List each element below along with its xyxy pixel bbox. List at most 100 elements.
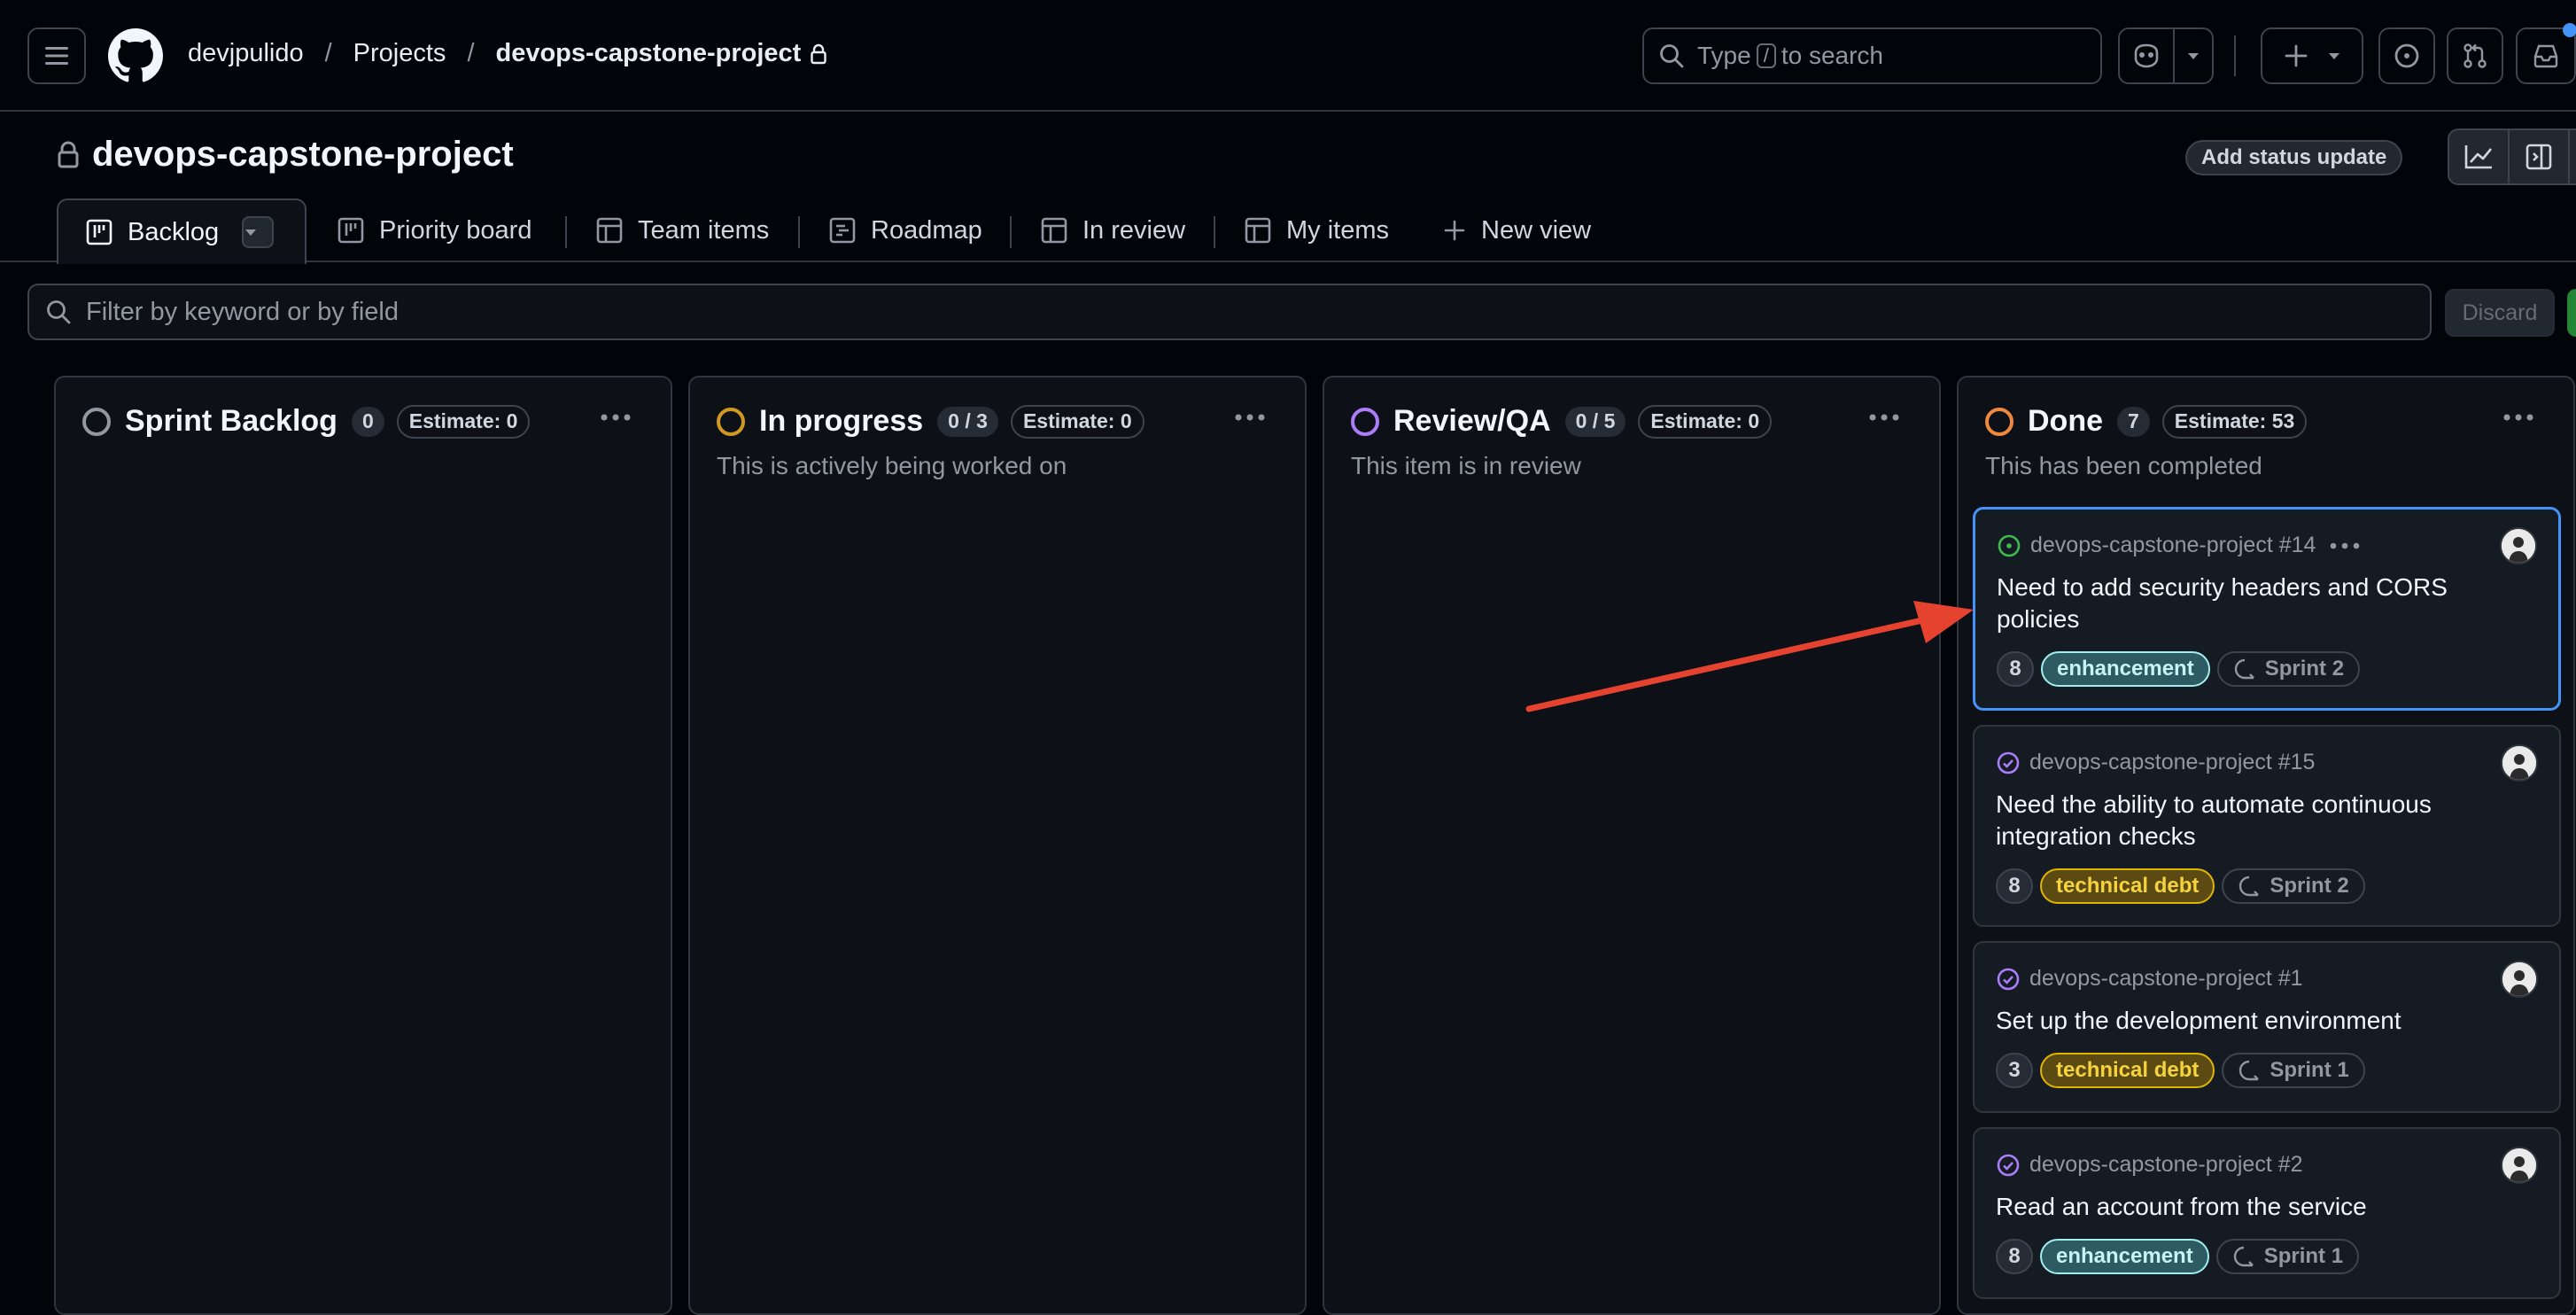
estimate-badge: 3 (1996, 1053, 2033, 1088)
copilot-button-group (2118, 27, 2214, 84)
issue-card[interactable]: devops-capstone-project #1 Set up the de… (1973, 941, 2561, 1113)
column-count: 0 / 3 (937, 406, 998, 437)
kebab-horizontal-icon[interactable] (2330, 542, 2360, 549)
label-badge[interactable]: enhancement (2040, 1239, 2209, 1274)
graph-icon (2464, 145, 2493, 169)
tab-label: New view (1481, 215, 1592, 245)
estimate-badge: 8 (1997, 651, 2034, 687)
label-badge[interactable]: technical debt (2040, 1053, 2215, 1088)
tab-divider (798, 216, 800, 248)
card-title[interactable]: Need the ability to automate continuous … (1996, 789, 2527, 852)
breadcrumb-user-link[interactable]: devjpulido (188, 39, 304, 68)
breadcrumb-separator: / (324, 39, 332, 67)
filter-input[interactable]: Filter by keyword or by field (27, 284, 2432, 340)
column-header: Sprint Backlog 0 Estimate: 0 (82, 404, 531, 439)
caret-down-icon (2329, 53, 2339, 59)
card-ref-text[interactable]: devops-capstone-project #15 (2029, 750, 2315, 775)
status-circle-icon (82, 407, 111, 436)
project-title: devops-capstone-project (57, 135, 514, 175)
breadcrumb: devjpulido / Projects / devops-capstone-… (188, 39, 827, 68)
pull-requests-button[interactable] (2447, 27, 2503, 84)
assignee-avatar[interactable] (2500, 527, 2537, 564)
insights-button[interactable] (2449, 130, 2508, 183)
annotation-arrow-icon (1525, 601, 1974, 712)
iteration-icon (2234, 658, 2254, 680)
sprint-text: Sprint 2 (2264, 657, 2345, 681)
column-count: 0 (351, 406, 384, 437)
global-search-input[interactable]: Type / to search (1642, 27, 2102, 84)
tab-backlog[interactable]: Backlog (57, 198, 306, 264)
card-title[interactable]: Read an account from the service (1996, 1191, 2527, 1223)
kebab-horizontal-icon[interactable] (600, 413, 632, 422)
sprint-badge: Sprint 2 (2216, 651, 2361, 687)
copilot-dropdown-button[interactable] (2175, 29, 2212, 82)
assignee-avatar[interactable] (2501, 961, 2538, 998)
avatar-image (2502, 1148, 2536, 1182)
card-ref-text[interactable]: devops-capstone-project #2 (2029, 1152, 2303, 1178)
breadcrumb-project-link[interactable]: devops-capstone-project (496, 39, 802, 68)
sprint-badge: Sprint 1 (2222, 1053, 2365, 1088)
project-actions-group (2448, 128, 2576, 185)
iteration-icon (2239, 875, 2260, 897)
tab-divider (1214, 216, 1215, 248)
status-circle-icon (717, 407, 745, 436)
column-estimate: Estimate: 0 (1638, 404, 1773, 439)
issue-card[interactable]: devops-capstone-project #2 Read an accou… (1973, 1127, 2561, 1299)
side-panel-button[interactable] (2510, 130, 2568, 183)
board-column-sprint-backlog: Sprint Backlog 0 Estimate: 0 (54, 376, 672, 1315)
assignee-avatar[interactable] (2501, 744, 2538, 782)
label-badge[interactable]: enhancement (2041, 651, 2210, 687)
issue-closed-icon (1997, 968, 2020, 990)
search-icon (47, 300, 71, 324)
tab-in-review[interactable]: In review (1040, 198, 1185, 262)
issue-card[interactable]: devops-capstone-project #14 Need to add … (1973, 507, 2561, 711)
issue-card[interactable]: devops-capstone-project #15 Need the abi… (1973, 725, 2561, 927)
button-divider (2568, 130, 2570, 183)
card-ref-text[interactable]: devops-capstone-project #14 (2030, 533, 2316, 558)
column-title: Review/QA (1393, 404, 1551, 438)
add-status-update-button[interactable]: Add status update (2185, 140, 2403, 175)
card-ref-text[interactable]: devops-capstone-project #1 (2029, 966, 2303, 992)
card-title[interactable]: Set up the development environment (1996, 1005, 2527, 1037)
issue-closed-icon (1997, 751, 2020, 774)
breadcrumb-projects-link[interactable]: Projects (353, 39, 446, 68)
card-title[interactable]: Need to add security headers and CORS po… (1997, 572, 2528, 635)
issues-button[interactable] (2378, 27, 2435, 84)
kebab-horizontal-icon[interactable] (1868, 413, 1900, 422)
sidebar-expand-icon (2526, 144, 2552, 170)
card-fields: 8 technical debt Sprint 2 (1996, 868, 2365, 904)
menu-button[interactable] (27, 27, 86, 84)
board-column-in-progress: In progress 0 / 3 Estimate: 0 This is ac… (688, 376, 1307, 1315)
column-header: Done 7 Estimate: 53 (1985, 404, 2308, 439)
tab-divider (1010, 216, 1012, 248)
github-logo-icon[interactable] (108, 28, 163, 83)
board-column-review-qa: Review/QA 0 / 5 Estimate: 0 This item is… (1323, 376, 1941, 1315)
global-header: devjpulido / Projects / devops-capstone-… (0, 0, 2576, 112)
tab-my-items[interactable]: My items (1244, 198, 1389, 262)
kebab-horizontal-icon[interactable] (1234, 413, 1266, 422)
copilot-button[interactable] (2120, 29, 2173, 82)
save-button[interactable] (2567, 289, 2576, 337)
column-header: In progress 0 / 3 Estimate: 0 (717, 404, 1144, 439)
label-badge[interactable]: technical debt (2040, 868, 2215, 904)
sprint-badge: Sprint 1 (2215, 1239, 2360, 1274)
tab-roadmap[interactable]: Roadmap (828, 198, 982, 262)
project-title-text: devops-capstone-project (92, 135, 514, 174)
avatar-image (2502, 962, 2536, 996)
tab-team-items[interactable]: Team items (595, 198, 769, 262)
avatar-image (2502, 746, 2536, 780)
view-options-button[interactable] (242, 216, 275, 248)
inbox-icon (2533, 44, 2558, 68)
discard-button[interactable]: Discard (2445, 289, 2555, 337)
create-new-button[interactable] (2261, 27, 2363, 84)
card-reference: devops-capstone-project #1 (1996, 966, 2303, 992)
tab-priority-board[interactable]: Priority board (337, 198, 531, 262)
copilot-icon (2134, 43, 2159, 68)
column-estimate: Estimate: 0 (1010, 404, 1144, 439)
assignee-avatar[interactable] (2501, 1147, 2538, 1184)
kebab-horizontal-icon[interactable] (2502, 413, 2534, 422)
new-view-button[interactable]: New view (1442, 198, 1591, 262)
iteration-icon (2233, 1246, 2254, 1267)
table-icon (1041, 217, 1067, 244)
estimate-badge: 8 (1996, 1239, 2033, 1274)
